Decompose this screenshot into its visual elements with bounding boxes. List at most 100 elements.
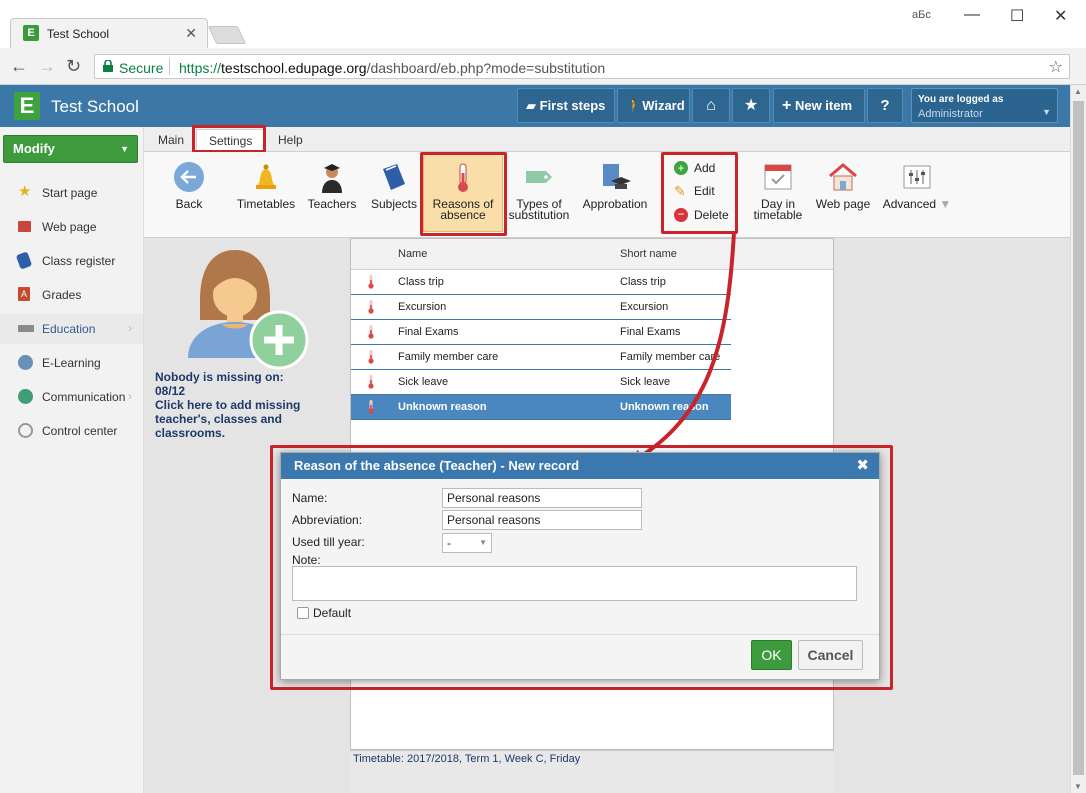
graduation-cap-icon <box>18 325 34 332</box>
page-scrollbar[interactable]: ▲ ▼ <box>1070 85 1086 793</box>
advanced-button[interactable]: Advanced ▼ <box>882 157 952 210</box>
missing-info-text[interactable]: Nobody is missing on: 08/12 Click here t… <box>155 370 345 440</box>
wizard-button[interactable]: 🚶Wizard <box>617 88 690 123</box>
default-checkbox[interactable] <box>297 607 309 619</box>
browser-tab[interactable]: E Test School ✕ <box>10 18 208 48</box>
url-separator <box>169 58 170 75</box>
minimize-icon[interactable]: — <box>964 6 980 24</box>
column-header-name[interactable]: Name <box>398 248 427 260</box>
app-tabs: Main Settings Help <box>144 127 1070 152</box>
used-till-year-label: Used till year: <box>292 535 365 549</box>
new-tab-button[interactable] <box>207 26 247 44</box>
default-label[interactable]: Default <box>313 606 351 620</box>
row-name: Family member care <box>398 351 499 363</box>
tab-help[interactable]: Help <box>270 131 311 149</box>
chevron-down-icon: ▼ <box>120 144 129 154</box>
tab-main[interactable]: Main <box>150 131 192 149</box>
chevron-right-icon: › <box>128 321 132 335</box>
note-textarea[interactable] <box>292 566 857 601</box>
sidebar-item-e-learning[interactable]: E-Learning <box>0 348 143 378</box>
close-icon[interactable]: ✖ <box>856 453 869 479</box>
modify-button[interactable]: Modify ▼ <box>3 135 138 163</box>
sidebar-item-grades[interactable]: A Grades <box>0 280 143 310</box>
row-name: Excursion <box>398 301 447 313</box>
home-icon: ⌂ <box>706 97 716 114</box>
star-icon: ★ <box>743 97 759 114</box>
bell-icon <box>256 164 276 189</box>
star-icon: ★ <box>18 183 32 200</box>
reload-icon[interactable]: ↻ <box>66 56 81 77</box>
chevron-down-icon: ▼ <box>479 538 487 547</box>
day-in-timetable-button[interactable]: Day in timetable <box>748 157 808 221</box>
note-label: Note: <box>292 553 321 567</box>
dialog-title[interactable]: Reason of the absence (Teacher) - New re… <box>281 453 879 479</box>
types-of-substitution-button[interactable]: Types of substitution <box>506 157 572 221</box>
abbreviation-label: Abbreviation: <box>292 513 363 527</box>
new-item-button[interactable]: + New item <box>773 88 865 123</box>
new-record-dialog: Reason of the absence (Teacher) - New re… <box>280 452 880 680</box>
secure-label: Secure <box>119 60 164 76</box>
back-button[interactable]: Back <box>168 157 210 210</box>
add-person-avatar-icon <box>188 250 309 370</box>
app-header: E Test School ▰ First steps 🚶Wizard ⌂ ★ … <box>0 85 1070 127</box>
communication-icon <box>18 389 33 404</box>
teachers-button[interactable]: Teachers <box>306 157 358 210</box>
approbation-button[interactable]: Approbation <box>580 157 650 210</box>
name-input[interactable]: Personal reasons <box>442 488 642 508</box>
edupage-logo-icon[interactable]: E <box>14 92 40 120</box>
web-page-button[interactable]: Web page <box>812 157 874 210</box>
dialog-footer-divider <box>281 634 879 635</box>
url-bar[interactable]: Secure https://testschool.edupage.org/da… <box>94 54 1070 79</box>
cancel-button[interactable]: Cancel <box>798 640 863 670</box>
sidebar-item-control-center[interactable]: Control center <box>0 416 143 446</box>
browser-tab-title: Test School <box>47 27 110 41</box>
thermometer-icon <box>368 375 374 389</box>
house-icon <box>829 163 857 191</box>
row-name: Unknown reason <box>398 401 487 413</box>
address-toolbar: ← → ↻ Secure https://testschool.edupage.… <box>0 48 1086 85</box>
thermometer-icon <box>368 350 374 364</box>
sliders-icon <box>903 165 931 189</box>
thermometer-icon <box>368 400 374 414</box>
scrollbar-thumb[interactable] <box>1073 101 1084 775</box>
sidebar-item-communication[interactable]: Communication › <box>0 382 143 412</box>
close-tab-icon[interactable]: ✕ <box>185 25 197 42</box>
extension-badge[interactable]: aБc <box>912 9 931 21</box>
ok-button[interactable]: OK <box>751 640 792 670</box>
school-name[interactable]: Test School <box>51 97 139 117</box>
first-steps-button[interactable]: ▰ First steps <box>517 88 615 123</box>
timetables-button[interactable]: Timetables <box>234 157 298 210</box>
back-arrow-icon[interactable]: ← <box>10 56 28 77</box>
close-window-icon[interactable]: ✕ <box>1054 6 1067 26</box>
sidebar-item-education[interactable]: Education › <box>0 314 143 344</box>
help-button[interactable]: ? <box>867 88 903 123</box>
timetable-status: Timetable: 2017/2018, Term 1, Week C, Fr… <box>353 753 581 765</box>
user-menu[interactable]: You are logged as Administrator ▼ <box>911 88 1058 123</box>
calendar-check-icon <box>764 164 792 190</box>
abbreviation-input[interactable]: Personal reasons <box>442 510 642 530</box>
subjects-button[interactable]: Subjects <box>368 157 420 210</box>
scroll-down-icon[interactable]: ▼ <box>1074 782 1082 791</box>
scroll-up-icon[interactable]: ▲ <box>1074 87 1082 96</box>
favorites-button[interactable]: ★ <box>732 88 770 123</box>
back-circle-icon <box>174 162 204 192</box>
sidebar-item-web-page[interactable]: Web page <box>0 212 143 242</box>
ribbon-toolbar: Back Timetables Teachers Subjects Reason… <box>144 152 1070 238</box>
thermometer-icon <box>368 300 374 314</box>
sidebar: Modify ▼ ★ Start page Web page Class regi… <box>0 127 144 793</box>
name-label: Name: <box>292 491 328 505</box>
row-name: Final Exams <box>398 326 459 338</box>
teacher-icon <box>322 164 342 193</box>
reasons-highlight <box>420 152 507 236</box>
forward-arrow-icon[interactable]: → <box>38 56 56 77</box>
bookmark-star-icon[interactable]: ☆ <box>1049 57 1063 77</box>
used-till-year-select[interactable]: - ▼ <box>442 533 492 553</box>
book-icon <box>15 251 33 270</box>
status-bar: Timetable: 2017/2018, Term 1, Week C, Fr… <box>350 750 834 793</box>
sidebar-item-class-register[interactable]: Class register <box>0 246 143 276</box>
sidebar-item-start-page[interactable]: ★ Start page <box>0 178 143 208</box>
row-name: Class trip <box>398 276 444 288</box>
lock-icon <box>103 60 113 72</box>
home-button[interactable]: ⌂ <box>692 88 730 123</box>
maximize-icon[interactable]: ☐ <box>1010 6 1024 26</box>
